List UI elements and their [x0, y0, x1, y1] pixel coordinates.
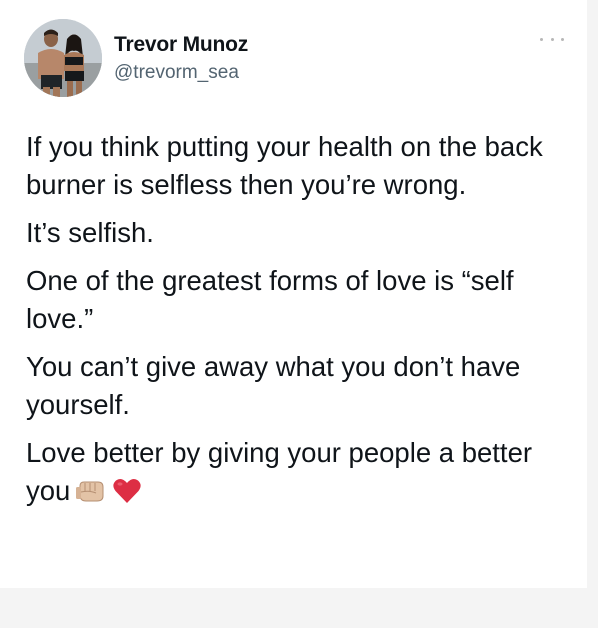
red-heart-emoji-icon [112, 477, 142, 515]
profile-photo-icon [24, 19, 102, 97]
author-handle[interactable]: @trevorm_sea [114, 62, 239, 84]
author-avatar[interactable] [24, 19, 102, 97]
dot [550, 37, 554, 41]
tweet-paragraph-last: Love better by giving your people a bett… [26, 434, 566, 515]
author-name[interactable]: Trevor Munoz [114, 33, 248, 57]
tweet-paragraph: You can’t give away what you don’t have … [26, 351, 521, 420]
tweet-text: If you think putting your health on the … [26, 128, 566, 525]
tweet-paragraph: One of the greatest forms of love is “se… [26, 265, 514, 334]
dot [561, 37, 564, 41]
tweet-paragraph: If you think putting your health on the … [26, 131, 543, 200]
tweet-card: Trevor Munoz @trevorm_sea If you think p… [0, 0, 587, 588]
dot [540, 37, 543, 41]
tweet-paragraph: It’s selfish. [26, 217, 154, 248]
more-options-icon[interactable] [540, 33, 564, 45]
oncoming-fist-emoji-icon [76, 477, 106, 515]
